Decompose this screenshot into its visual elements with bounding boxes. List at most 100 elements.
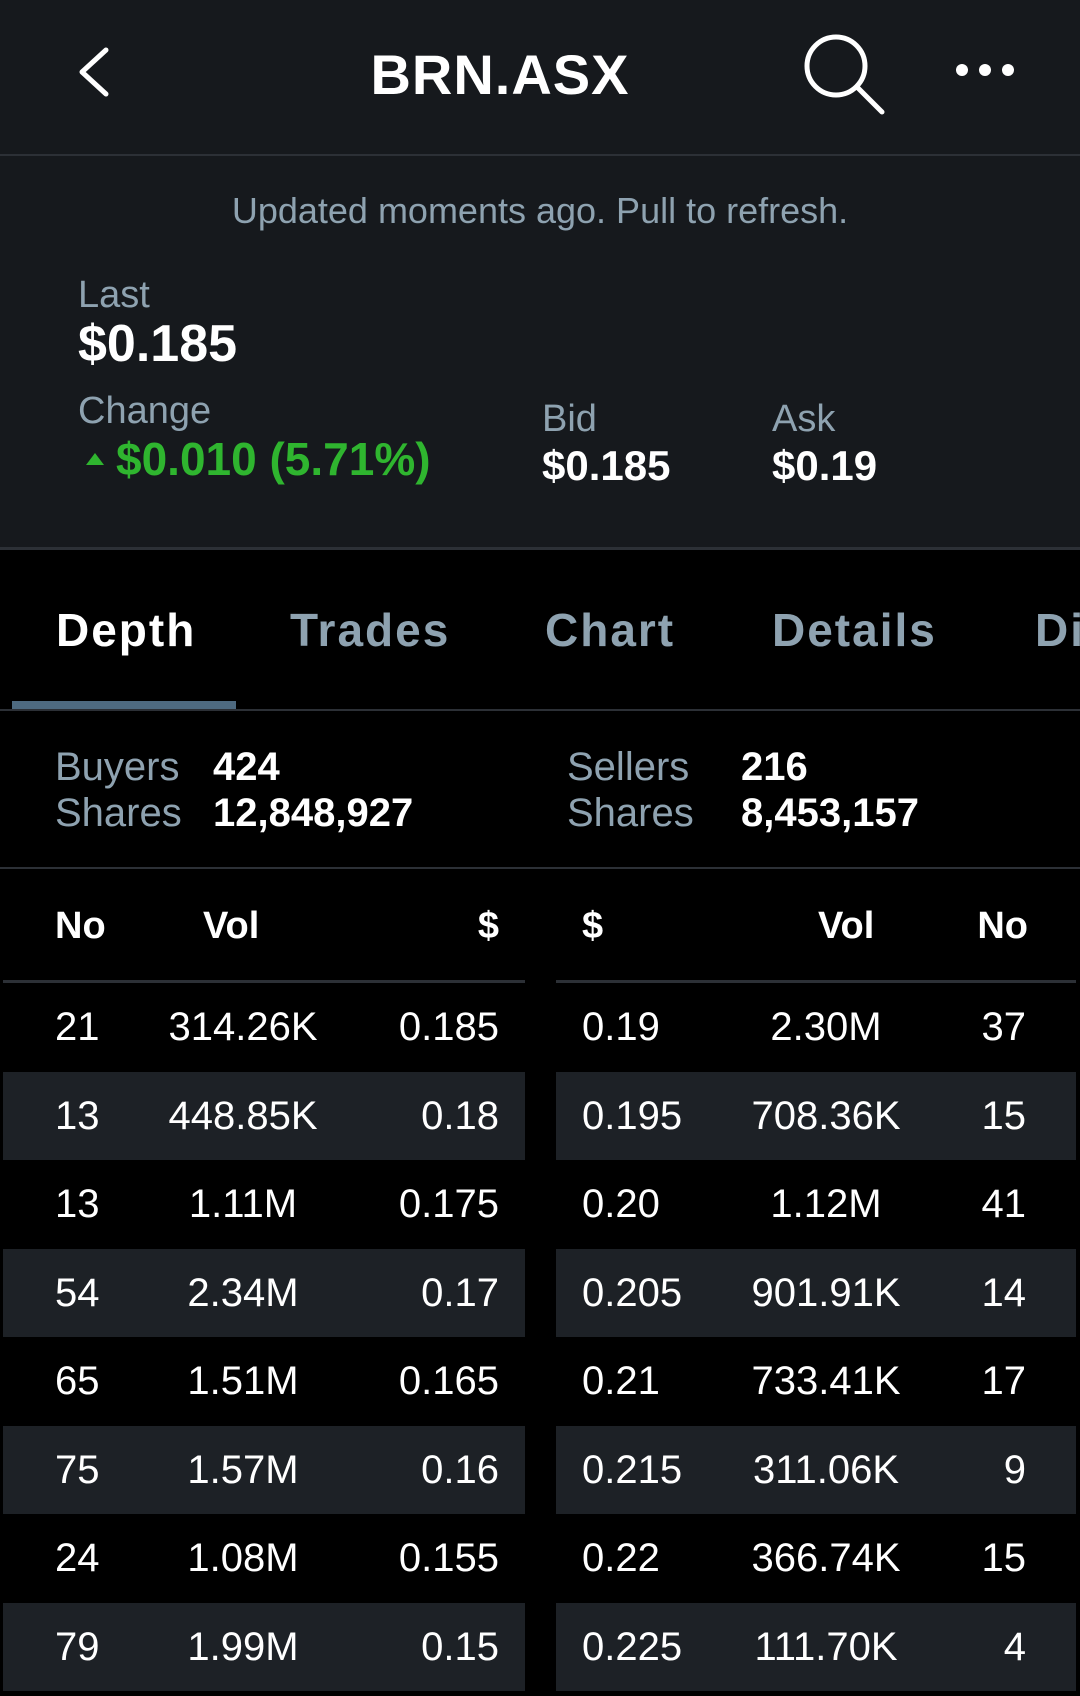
table-row[interactable]: 79 1.99M 0.15 <box>3 1602 525 1691</box>
active-tab-indicator <box>12 701 236 709</box>
sell-depth-table: $ Vol No 0.19 2.30M 37 0.195 708.36K 15 0.20 1.… <box>556 869 1076 1691</box>
tab-chart[interactable]: Chart <box>545 603 675 657</box>
search-button[interactable] <box>800 30 890 120</box>
column-header-no: No <box>977 905 1028 947</box>
order-count-cell: 17 <box>981 1359 1027 1403</box>
volume-cell: 901.91K <box>751 1270 901 1315</box>
volume-cell: 311.06K <box>752 1447 900 1492</box>
order-count-cell: 15 <box>981 1093 1027 1138</box>
volume-cell: 1.12M <box>770 1182 882 1226</box>
buy-table-body: 21 314.26K 0.185 13 448.85K 0.18 13 1.11M 0.175 5… <box>3 983 525 1691</box>
price-cell: 0.15 <box>421 1624 499 1669</box>
volume-cell: 1.57M <box>187 1447 299 1492</box>
change-value: $0.010 (5.71%) <box>116 433 431 485</box>
price-cell: 0.16 <box>421 1447 499 1492</box>
volume-cell: 1.51M <box>187 1359 299 1403</box>
order-count-cell: 15 <box>981 1536 1027 1580</box>
column-header-vol: Vol <box>818 905 875 947</box>
order-count-cell: 13 <box>55 1182 100 1226</box>
buyers-label: Buyers <box>55 745 180 789</box>
buy-shares-value: 12,848,927 <box>213 791 414 835</box>
price-cell: 0.195 <box>582 1093 683 1138</box>
price-cell: 0.19 <box>582 1005 660 1049</box>
order-count-cell: 75 <box>55 1447 100 1492</box>
volume-cell: 2.34M <box>187 1270 299 1315</box>
order-count-cell: 4 <box>1003 1624 1026 1669</box>
price-cell: 0.20 <box>582 1182 660 1226</box>
volume-cell: 1.99M <box>187 1624 299 1669</box>
table-row[interactable]: 0.20 1.12M 41 <box>556 1160 1076 1249</box>
table-row[interactable]: 24 1.08M 0.155 <box>3 1514 525 1603</box>
order-count-cell: 37 <box>981 1005 1027 1049</box>
ask-label: Ask <box>772 398 836 440</box>
refresh-status: Updated moments ago. Pull to refresh. <box>231 190 849 231</box>
price-cell: 0.185 <box>398 1005 499 1049</box>
bid-value: $0.185 <box>542 442 671 489</box>
order-count-cell: 13 <box>55 1093 100 1138</box>
tab-bar: Depth Trades Chart Details Di <box>0 553 1080 711</box>
table-row[interactable]: 75 1.57M 0.16 <box>3 1425 525 1514</box>
up-arrow-icon <box>86 453 104 465</box>
table-row[interactable]: 65 1.51M 0.165 <box>3 1337 525 1426</box>
table-row[interactable]: 13 1.11M 0.175 <box>3 1160 525 1249</box>
table-row[interactable]: 0.215 311.06K 9 <box>556 1425 1076 1514</box>
volume-cell: 2.30M <box>770 1005 882 1049</box>
buyers-count: 424 <box>213 745 280 789</box>
column-header-price: $ <box>582 905 604 947</box>
price-cell: 0.21 <box>582 1359 660 1403</box>
order-count-cell: 14 <box>981 1270 1027 1315</box>
more-options-button[interactable] <box>950 44 1020 94</box>
sell-table-body: 0.19 2.30M 37 0.195 708.36K 15 0.20 1.12M 41 0.20… <box>556 983 1076 1691</box>
order-count-cell: 24 <box>55 1536 100 1580</box>
change-label: Change <box>78 390 212 432</box>
order-count-cell: 41 <box>981 1182 1027 1226</box>
buy-shares-label: Shares <box>55 791 182 835</box>
sellers-label: Sellers <box>567 745 690 789</box>
price-cell: 0.175 <box>398 1182 499 1226</box>
order-count-cell: 54 <box>55 1270 100 1315</box>
table-row[interactable]: 0.225 111.70K 4 <box>556 1602 1076 1691</box>
table-row[interactable]: 13 448.85K 0.18 <box>3 1071 525 1160</box>
price-cell: 0.225 <box>582 1624 683 1669</box>
tab-details[interactable]: Details <box>772 603 937 657</box>
table-row[interactable]: 21 314.26K 0.185 <box>3 983 525 1072</box>
tab-trades[interactable]: Trades <box>290 603 450 657</box>
sell-shares-value: 8,453,157 <box>741 791 919 835</box>
price-cell: 0.155 <box>398 1536 499 1580</box>
price-cell: 0.17 <box>421 1270 499 1315</box>
column-header-no: No <box>55 905 106 947</box>
price-cell: 0.22 <box>582 1536 660 1580</box>
sellers-count: 216 <box>741 745 808 789</box>
column-header-vol: Vol <box>203 905 260 947</box>
more-horizontal-icon <box>956 64 1014 76</box>
price-cell: 0.18 <box>421 1093 499 1138</box>
volume-cell: 448.85K <box>168 1093 318 1138</box>
volume-cell: 366.74K <box>751 1536 901 1580</box>
sell-table-header: $ Vol No <box>556 869 1076 983</box>
buy-table-header: No Vol $ <box>3 869 525 983</box>
volume-cell: 111.70K <box>754 1624 898 1669</box>
order-count-cell: 65 <box>55 1359 100 1403</box>
tab-depth[interactable]: Depth <box>56 603 196 657</box>
volume-cell: 1.11M <box>188 1182 298 1226</box>
last-label: Last <box>78 274 150 316</box>
bid-label: Bid <box>542 398 597 440</box>
table-row[interactable]: 0.19 2.30M 37 <box>556 983 1076 1072</box>
order-count-cell: 79 <box>55 1624 100 1669</box>
depth-summary: Buyers 424 Shares 12,848,927 Sellers 216… <box>0 711 1080 869</box>
table-row[interactable]: 0.22 366.74K 15 <box>556 1514 1076 1603</box>
table-row[interactable]: 0.205 901.91K 14 <box>556 1248 1076 1337</box>
tab-di[interactable]: Di <box>1035 603 1080 657</box>
search-icon <box>804 34 885 115</box>
price-cell: 0.215 <box>582 1447 683 1492</box>
table-row[interactable]: 0.195 708.36K 15 <box>556 1071 1076 1160</box>
quote-panel: Updated moments ago. Pull to refresh. La… <box>0 156 1080 550</box>
table-row[interactable]: 0.21 733.41K 17 <box>556 1337 1076 1426</box>
volume-cell: 314.26K <box>168 1005 318 1049</box>
buy-depth-table: No Vol $ 21 314.26K 0.185 13 448.85K 0.18 13 1.… <box>3 869 525 1691</box>
ask-value: $0.19 <box>772 442 878 489</box>
table-row[interactable]: 54 2.34M 0.17 <box>3 1248 525 1337</box>
price-cell: 0.205 <box>582 1270 683 1315</box>
last-price: $0.185 <box>78 315 238 373</box>
sell-shares-label: Shares <box>567 791 694 835</box>
